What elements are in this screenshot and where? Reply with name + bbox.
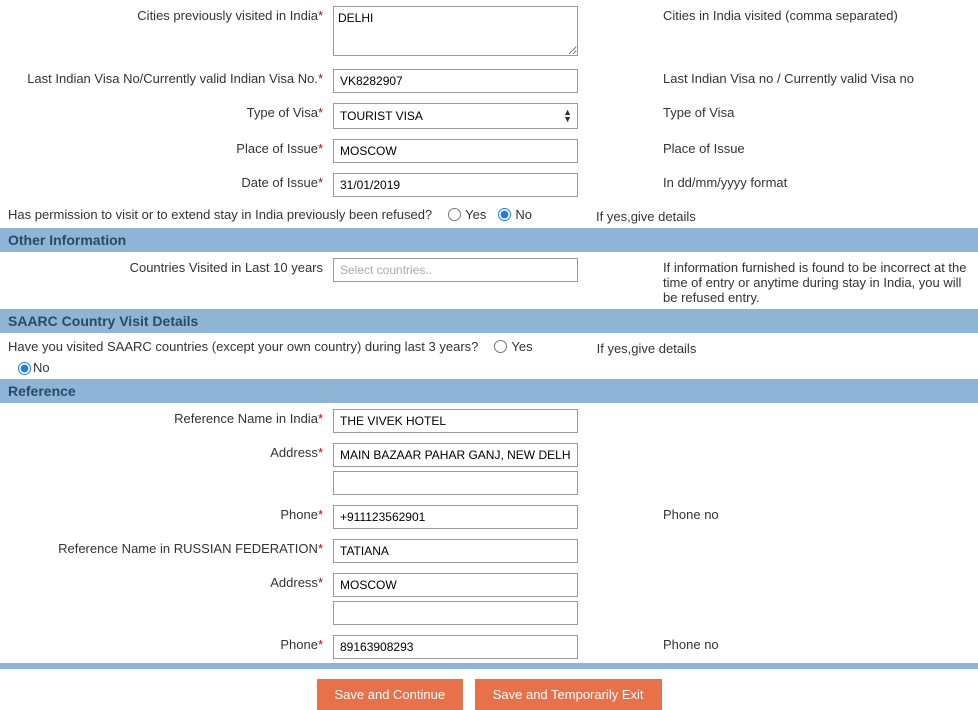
- row-last-visa-no: Last Indian Visa No/Currently valid Indi…: [0, 63, 978, 97]
- label-text: Type of Visa: [247, 105, 318, 120]
- input-ref-home-name[interactable]: [333, 539, 578, 563]
- required-mark: *: [318, 445, 323, 460]
- visa-form: Cities previously visited in India* DELH…: [0, 0, 978, 710]
- label-text: Phone: [280, 507, 318, 522]
- button-row: Save and Continue Save and Temporarily E…: [0, 669, 978, 710]
- label-date-of-issue: Date of Issue*: [8, 171, 333, 190]
- label-text: Reference Name in RUSSIAN FEDERATION: [58, 541, 318, 556]
- label-text: Address: [270, 575, 318, 590]
- input-ref-india-address-2[interactable]: [333, 471, 578, 495]
- row-ref-home-address: Address*: [0, 567, 978, 629]
- input-ref-home-address-1[interactable]: [333, 573, 578, 597]
- label-last-visa-no: Last Indian Visa No/Currently valid Indi…: [8, 67, 333, 86]
- radio-permission-no[interactable]: [498, 208, 511, 221]
- required-mark: *: [318, 575, 323, 590]
- hint-cities-visited: Cities in India visited (comma separated…: [593, 4, 970, 23]
- hint-permission-refused: If yes,give details: [536, 205, 970, 224]
- required-mark: *: [318, 507, 323, 522]
- input-ref-india-phone[interactable]: [333, 505, 578, 529]
- row-countries-visited: Countries Visited in Last 10 years If in…: [0, 252, 978, 309]
- required-mark: *: [318, 411, 323, 426]
- row-ref-home-phone: Phone* Phone no: [0, 629, 978, 663]
- row-ref-india-name: Reference Name in India*: [0, 403, 978, 437]
- row-ref-india-address: Address*: [0, 437, 978, 499]
- row-saarc-visited: Have you visited SAARC countries (except…: [0, 333, 978, 379]
- radio-label-yes: Yes: [511, 339, 532, 354]
- label-countries-visited: Countries Visited in Last 10 years: [8, 256, 333, 275]
- input-last-visa-no[interactable]: [333, 69, 578, 93]
- row-cities-visited: Cities previously visited in India* DELH…: [0, 0, 978, 63]
- hint-place-of-issue: Place of Issue: [593, 137, 970, 156]
- input-countries-visited[interactable]: [333, 258, 578, 282]
- label-text: Date of Issue: [241, 175, 318, 190]
- label-text: Place of Issue: [236, 141, 318, 156]
- radio-permission-yes[interactable]: [448, 208, 461, 221]
- row-place-of-issue: Place of Issue* Place of Issue: [0, 133, 978, 167]
- radio-group-permission: Yes No: [442, 207, 536, 222]
- save-exit-button[interactable]: Save and Temporarily Exit: [475, 679, 662, 710]
- required-mark: *: [318, 141, 323, 156]
- hint-last-visa-no: Last Indian Visa no / Currently valid Vi…: [593, 67, 970, 86]
- input-place-of-issue[interactable]: [333, 139, 578, 163]
- input-ref-home-phone[interactable]: [333, 635, 578, 659]
- radio-saarc-no[interactable]: [18, 362, 31, 375]
- radio-label-no: No: [515, 207, 532, 222]
- label-cities-visited: Cities previously visited in India*: [8, 4, 333, 23]
- label-ref-home-phone: Phone*: [8, 633, 333, 652]
- radio-group-saarc-yes: Yes: [488, 339, 536, 354]
- row-permission-refused: Has permission to visit or to extend sta…: [0, 201, 978, 228]
- radio-saarc-yes[interactable]: [494, 340, 507, 353]
- input-date-of-issue[interactable]: [333, 173, 578, 197]
- required-mark: *: [318, 175, 323, 190]
- hint-ref-home-phone: Phone no: [593, 633, 970, 652]
- question-saarc: Have you visited SAARC countries (except…: [8, 339, 488, 354]
- label-ref-india-address: Address*: [8, 441, 333, 460]
- label-text: Reference Name in India: [174, 411, 318, 426]
- label-visa-type: Type of Visa*: [8, 101, 333, 120]
- label-text: Cities previously visited in India: [137, 8, 318, 23]
- hint-countries-visited: If information furnished is found to be …: [593, 256, 970, 305]
- label-ref-home-address: Address*: [8, 571, 333, 590]
- input-ref-india-address-1[interactable]: [333, 443, 578, 467]
- section-reference: Reference: [0, 379, 978, 403]
- input-ref-home-address-2[interactable]: [333, 601, 578, 625]
- hint-date-of-issue: In dd/mm/yyyy format: [593, 171, 970, 190]
- required-mark: *: [318, 105, 323, 120]
- hint-visa-type: Type of Visa: [593, 101, 970, 120]
- section-other-information: Other Information: [0, 228, 978, 252]
- hint-saarc: If yes,give details: [537, 337, 970, 356]
- required-mark: *: [318, 637, 323, 652]
- input-ref-india-name[interactable]: [333, 409, 578, 433]
- save-continue-button[interactable]: Save and Continue: [317, 679, 464, 710]
- required-mark: *: [318, 8, 323, 23]
- row-visa-type: Type of Visa* TOURIST VISA ▲▼ Type of Vi…: [0, 97, 978, 133]
- row-date-of-issue: Date of Issue* In dd/mm/yyyy format: [0, 167, 978, 201]
- radio-label-no: No: [33, 360, 50, 375]
- section-saarc: SAARC Country Visit Details: [0, 309, 978, 333]
- label-ref-home-name: Reference Name in RUSSIAN FEDERATION*: [8, 537, 333, 556]
- row-ref-home-name: Reference Name in RUSSIAN FEDERATION*: [0, 533, 978, 567]
- hint-ref-india-phone: Phone no: [593, 503, 970, 522]
- required-mark: *: [318, 71, 323, 86]
- label-text: Address: [270, 445, 318, 460]
- label-text: Phone: [280, 637, 318, 652]
- row-ref-india-phone: Phone* Phone no: [0, 499, 978, 533]
- select-visa-type[interactable]: TOURIST VISA: [333, 103, 578, 129]
- label-ref-india-name: Reference Name in India*: [8, 407, 333, 426]
- required-mark: *: [318, 541, 323, 556]
- question-permission-refused: Has permission to visit or to extend sta…: [8, 207, 442, 222]
- label-ref-india-phone: Phone*: [8, 503, 333, 522]
- input-cities-visited[interactable]: DELHI: [333, 6, 578, 56]
- label-place-of-issue: Place of Issue*: [8, 137, 333, 156]
- radio-label-yes: Yes: [465, 207, 486, 222]
- label-text: Last Indian Visa No/Currently valid Indi…: [27, 71, 318, 86]
- radio-group-saarc-no-row: No: [8, 356, 970, 375]
